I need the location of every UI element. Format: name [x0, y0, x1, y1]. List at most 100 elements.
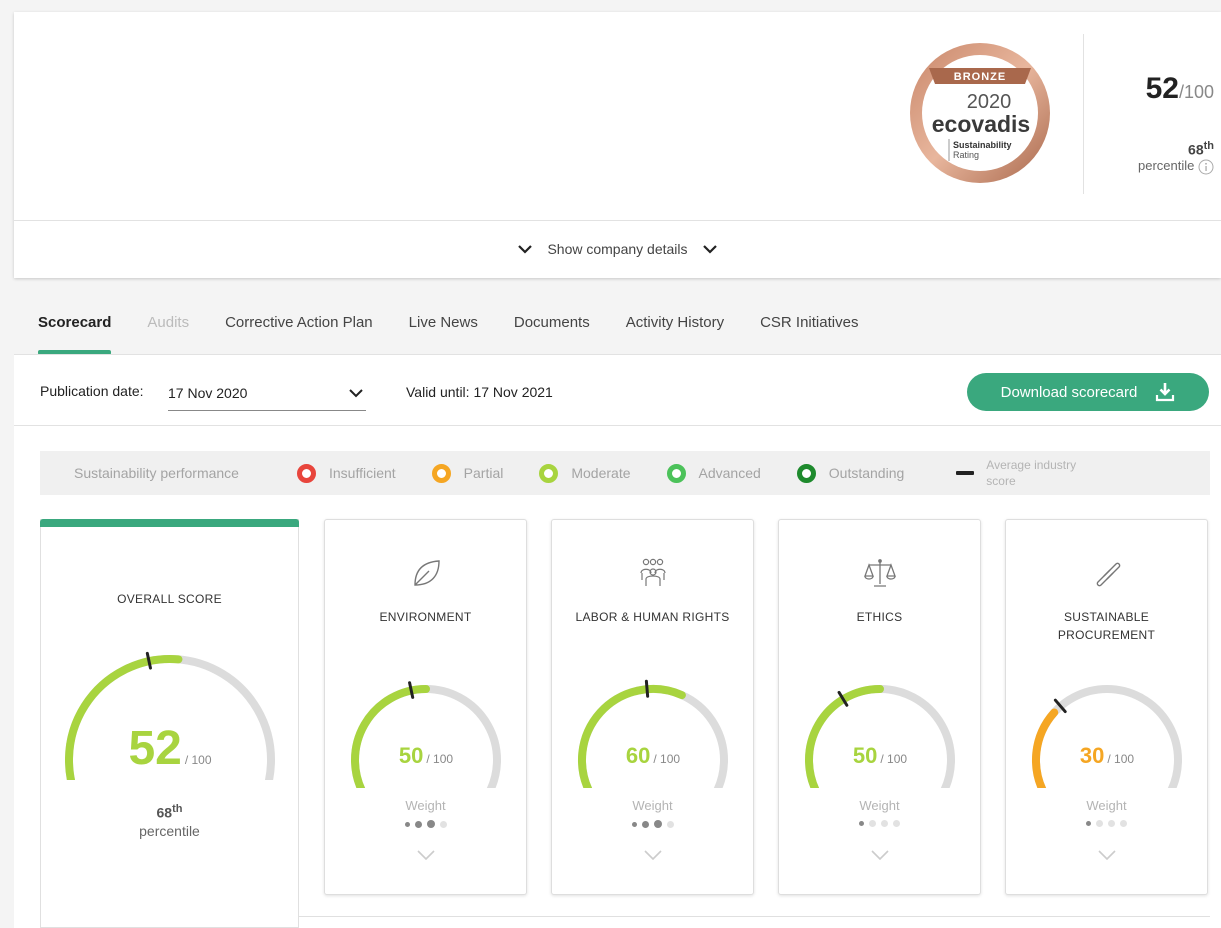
- valid-until: Valid until: 17 Nov 2021: [406, 384, 553, 400]
- gauge-score-text: 50/ 100: [399, 743, 454, 768]
- weight-dot: [893, 820, 900, 827]
- header-percentile-value: 68: [1188, 141, 1204, 158]
- industry-average-marker: [408, 681, 415, 699]
- header-score-max: /100: [1178, 82, 1214, 102]
- legend-dot-icon: [539, 463, 559, 483]
- legend-item-moderate: Moderate: [539, 463, 631, 483]
- download-scorecard-button[interactable]: Download scorecard: [967, 373, 1209, 411]
- cards-baseline: [298, 916, 1210, 917]
- weight-dot: [1120, 820, 1127, 827]
- legend-dot-icon: [296, 463, 316, 483]
- weight-label: Weight: [632, 798, 673, 813]
- weight-dot: [1086, 821, 1091, 826]
- tab-live-news[interactable]: Live News: [409, 314, 478, 354]
- info-icon[interactable]: [1198, 159, 1214, 175]
- performance-legend: Sustainability performance Insufficient …: [40, 451, 1210, 495]
- gauge-score-max: / 100: [1107, 752, 1134, 766]
- weight-dot: [1096, 820, 1103, 827]
- gauge-score-arc: [578, 685, 686, 788]
- leaf-icon: [325, 556, 526, 590]
- legend-label: Outstanding: [828, 465, 905, 481]
- header-score-value: 52: [1145, 72, 1179, 105]
- weight-dot: [631, 821, 637, 827]
- weight-dot: [1108, 820, 1115, 827]
- show-company-details-toggle[interactable]: Show company details: [14, 238, 1221, 260]
- tab-csr-initiatives[interactable]: CSR Initiatives: [760, 314, 858, 354]
- weight-dot: [439, 820, 447, 828]
- overall-score-card: OVERALL SCORE 52 / 100 68th percentile: [40, 519, 299, 928]
- theme-card-environment[interactable]: ENVIRONMENT 50/ 100 Weight: [324, 519, 527, 895]
- gauge-score-value: 52: [128, 722, 181, 775]
- header-divider: [14, 220, 1221, 221]
- weight-dot: [666, 820, 674, 828]
- gauge-score-text: 52 / 100: [128, 722, 211, 775]
- overall-percentile-suffix: th: [172, 803, 183, 815]
- gauge-score-text: 60/ 100: [626, 743, 681, 768]
- gauge-score-text: 30/ 100: [1080, 743, 1135, 768]
- legend-item-insufficient: Insufficient: [296, 463, 396, 483]
- gauge-score-arc: [351, 685, 430, 788]
- expand-theme-button[interactable]: [1006, 850, 1207, 860]
- tab-bar: Scorecard Audits Corrective Action Plan …: [38, 314, 894, 355]
- weight-dot: [426, 820, 435, 828]
- theme-card-sustainable-procurement[interactable]: SUSTAINABLE PROCUREMENT 30/ 100 Weight: [1005, 519, 1208, 895]
- medal-year: 2020: [967, 91, 1012, 113]
- gauge-score-value: 50: [853, 743, 877, 768]
- legend-label: Partial: [463, 465, 504, 481]
- gauge-score-value: 60: [626, 743, 650, 768]
- gauge-score-text: 50/ 100: [853, 743, 908, 768]
- chevron-down-icon: [416, 850, 435, 860]
- legend-item-advanced: Advanced: [666, 463, 761, 483]
- legend-dot-icon: [666, 463, 686, 483]
- expand-theme-button[interactable]: [325, 850, 526, 860]
- chevron-down-icon: [349, 388, 363, 397]
- header-percentile-suffix: th: [1203, 140, 1214, 152]
- overall-score-title: OVERALL SCORE: [117, 592, 222, 606]
- download-icon: [1156, 383, 1175, 402]
- industry-average-marker: [644, 679, 650, 698]
- weight-indicator: [552, 820, 753, 828]
- publication-date-select[interactable]: 17 Nov 2020: [168, 375, 366, 411]
- chevron-down-icon: [643, 850, 662, 860]
- tab-activity-history[interactable]: Activity History: [626, 314, 724, 354]
- theme-card-ethics[interactable]: ETHICS 50/ 100 Weight: [778, 519, 981, 895]
- legend-label: Insufficient: [328, 465, 396, 481]
- legend-dot-icon: [431, 463, 451, 483]
- header-divider-vertical: [1083, 34, 1084, 194]
- ethics-score-gauge: 50/ 100: [805, 685, 955, 788]
- gauge-score-max: / 100: [653, 752, 680, 766]
- panel-divider: [14, 425, 1221, 426]
- gauge-score-max: / 100: [426, 752, 453, 766]
- overall-percentile-label: percentile: [139, 822, 200, 839]
- tab-documents[interactable]: Documents: [514, 314, 590, 354]
- expand-theme-button[interactable]: [552, 850, 753, 860]
- legend-item-partial: Partial: [431, 463, 504, 483]
- legend-title: Sustainability performance: [74, 465, 239, 481]
- weight-dot: [869, 820, 876, 827]
- expand-theme-button[interactable]: [779, 850, 980, 860]
- overall-card-accent: [40, 519, 299, 527]
- legend-label: Advanced: [698, 465, 761, 481]
- publication-date-label: Publication date:: [40, 383, 144, 399]
- weight-dot: [641, 820, 649, 828]
- medal-tagline: Sustainability: [953, 140, 1012, 150]
- tab-audits[interactable]: Audits: [147, 314, 189, 354]
- legend-item-outstanding: Outstanding: [796, 463, 905, 483]
- average-marker-icon: [956, 471, 975, 475]
- gauge-score-value: 30: [1080, 743, 1104, 768]
- theme-title: SUSTAINABLE PROCUREMENT: [1057, 610, 1156, 642]
- weight-dot: [859, 821, 864, 826]
- tab-corrective-action-plan[interactable]: Corrective Action Plan: [225, 314, 373, 354]
- gauge-score-arc: [1032, 708, 1059, 788]
- weight-label: Weight: [405, 798, 446, 813]
- procurement-score-gauge: 30/ 100: [1032, 685, 1182, 788]
- overall-score-gauge: 52 / 100: [65, 651, 275, 780]
- tab-scorecard[interactable]: Scorecard: [38, 314, 112, 355]
- header-percentile-label: percentile: [1138, 158, 1195, 174]
- overall-percentile: 68th percentile: [41, 800, 298, 840]
- theme-card-labor-human-rights[interactable]: LABOR & HUMAN RIGHTS 60/ 100 Weight: [551, 519, 754, 895]
- chevron-down-icon: [518, 245, 533, 254]
- environment-score-gauge: 50/ 100: [351, 681, 501, 788]
- legend-item-industry-average: Average industry score: [956, 457, 1106, 489]
- gauge-score-value: 50: [399, 743, 423, 768]
